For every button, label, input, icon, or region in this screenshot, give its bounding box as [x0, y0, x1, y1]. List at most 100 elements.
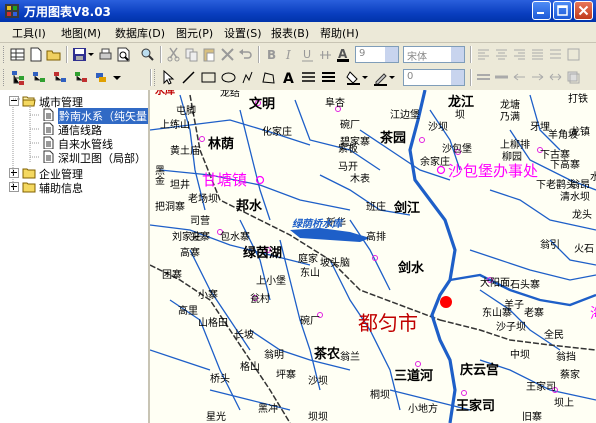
bold-icon[interactable]: B: [263, 46, 280, 63]
village-label: 翁引: [540, 238, 560, 251]
town-label: 王家司: [456, 398, 495, 414]
toolbar-grip[interactable]: [3, 46, 7, 63]
cut-icon[interactable]: [165, 46, 182, 63]
new-file-icon[interactable]: [27, 46, 44, 63]
menu-help[interactable]: 帮助(H): [320, 25, 359, 41]
village-label: 翁明: [264, 348, 284, 361]
town-label: 文明: [249, 96, 275, 112]
village-label: 高排: [366, 230, 386, 243]
save-dropdown-icon[interactable]: [87, 46, 95, 63]
align-center-icon[interactable]: [493, 46, 510, 63]
copy-icon[interactable]: [183, 46, 200, 63]
chevron-down-icon[interactable]: [385, 47, 398, 62]
paste-icon[interactable]: [201, 46, 218, 63]
rectangle-tool-icon[interactable]: [200, 69, 217, 86]
menu-report[interactable]: 报表(B): [271, 25, 309, 41]
arrow-start-icon[interactable]: [511, 69, 528, 86]
svg-text:U: U: [303, 48, 311, 61]
line-tool-icon[interactable]: [180, 69, 197, 86]
village-label: 坡头脑: [320, 256, 350, 269]
svg-text:A: A: [338, 47, 348, 61]
line-style-icon[interactable]: [300, 69, 317, 86]
village-label: 翁挡: [556, 350, 576, 363]
title-bar: 万用图表V8.03: [0, 0, 596, 22]
save-icon[interactable]: [71, 46, 88, 63]
chevron-down-icon[interactable]: [451, 70, 464, 85]
menu-settings[interactable]: 设置(S): [224, 25, 262, 41]
align-left-icon[interactable]: [475, 46, 492, 63]
map-canvas[interactable]: 文明 林荫 龙江 茶园 邦水 剑江 绿茵湖 剑水 茶农 三道河 庆云宫 王家司 …: [150, 90, 596, 423]
village-label: 星光: [206, 410, 226, 423]
select-pointer-icon[interactable]: [160, 69, 177, 86]
print-preview-icon[interactable]: [115, 46, 132, 63]
font-color-icon[interactable]: A: [335, 46, 352, 63]
village-label: 坪寨: [276, 368, 296, 381]
toolbar-standard: B I U H A 9 宋体: [0, 43, 596, 68]
dash-style-1-icon[interactable]: [475, 69, 492, 86]
pen-color-icon[interactable]: [372, 69, 389, 86]
arrow-end-icon[interactable]: [529, 69, 546, 86]
layer-properties-icon[interactable]: [94, 69, 111, 86]
close-button[interactable]: [574, 1, 593, 20]
chevron-down-icon[interactable]: [451, 47, 464, 62]
window-title: 万用图表V8.03: [24, 5, 111, 19]
menu-element[interactable]: 图元(P): [176, 25, 213, 41]
map-svg[interactable]: 文明 林荫 龙江 茶园 邦水 剑江 绿茵湖 剑水 茶农 三道河 庆云宫 王家司 …: [150, 90, 596, 423]
layer-add-icon[interactable]: [31, 69, 48, 86]
minimize-button[interactable]: [532, 1, 551, 20]
big-label-gantang: 甘塘镇: [202, 171, 247, 189]
toolbar-grip[interactable]: [3, 69, 7, 86]
layer-down-icon[interactable]: [73, 69, 90, 86]
maximize-button[interactable]: [553, 1, 572, 20]
ellipse-tool-icon[interactable]: [220, 69, 237, 86]
polyline-tool-icon[interactable]: [240, 69, 257, 86]
undo-icon[interactable]: [237, 46, 254, 63]
village-label: 高寨: [180, 246, 200, 259]
village-label: 黑冲: [258, 402, 278, 415]
fill-color-icon[interactable]: [345, 69, 362, 86]
menu-map[interactable]: 地图(M): [61, 25, 101, 41]
menu-database[interactable]: 数据库(D): [115, 25, 165, 41]
table-icon[interactable]: [9, 46, 26, 63]
dash-style-2-icon[interactable]: [493, 69, 510, 86]
justify-icon[interactable]: [529, 46, 546, 63]
layout-icon[interactable]: [565, 46, 582, 63]
toolbar-grip[interactable]: [154, 69, 158, 86]
line-width-icon[interactable]: [320, 69, 337, 86]
line-width-combo[interactable]: 0: [403, 69, 465, 86]
find-icon[interactable]: [139, 46, 156, 63]
village-label: 下高寨: [550, 158, 580, 171]
distribute-icon[interactable]: [547, 46, 564, 63]
delete-icon[interactable]: [219, 46, 236, 63]
polygon-tool-icon[interactable]: [260, 69, 277, 86]
village-label: 上练山: [160, 118, 190, 131]
layer-tree-panel: 城市管理 黔南水系（纯矢量 通信线路 自来水管线 深圳卫图（局部） 企业管理 辅…: [0, 90, 150, 423]
open-folder-icon[interactable]: [45, 46, 62, 63]
village-label: 老寨: [524, 306, 544, 319]
big-label-edge: 海: [590, 306, 596, 322]
shadow-icon[interactable]: [565, 69, 582, 86]
align-right-icon[interactable]: [511, 46, 528, 63]
strikethrough-icon[interactable]: H: [317, 46, 334, 63]
font-size-combo[interactable]: 9: [355, 46, 399, 63]
town-label: 三道河: [394, 368, 433, 384]
village-label: 老场坝: [188, 192, 218, 205]
italic-icon[interactable]: I: [281, 46, 298, 63]
layer-tree-icon[interactable]: [10, 69, 27, 86]
city-center-marker[interactable]: [440, 296, 452, 308]
print-icon[interactable]: [97, 46, 114, 63]
village-label: 坝上: [554, 397, 574, 409]
underline-icon[interactable]: U: [299, 46, 316, 63]
village-label: 上小堡: [256, 274, 286, 287]
layer-dropdown-icon[interactable]: [112, 69, 122, 86]
village-label: 山格田: [198, 316, 228, 329]
font-name-combo[interactable]: 宋体: [403, 46, 465, 63]
fill-color-dropdown-icon[interactable]: [361, 69, 369, 86]
layer-up-icon[interactable]: [52, 69, 69, 86]
menu-tools[interactable]: 工具(I): [12, 25, 46, 41]
village-label: 火石: [574, 243, 594, 255]
pen-color-dropdown-icon[interactable]: [388, 69, 396, 86]
text-tool-icon[interactable]: A: [280, 69, 297, 86]
village-label: 打铁: [568, 92, 588, 105]
arrow-both-icon[interactable]: [547, 69, 564, 86]
